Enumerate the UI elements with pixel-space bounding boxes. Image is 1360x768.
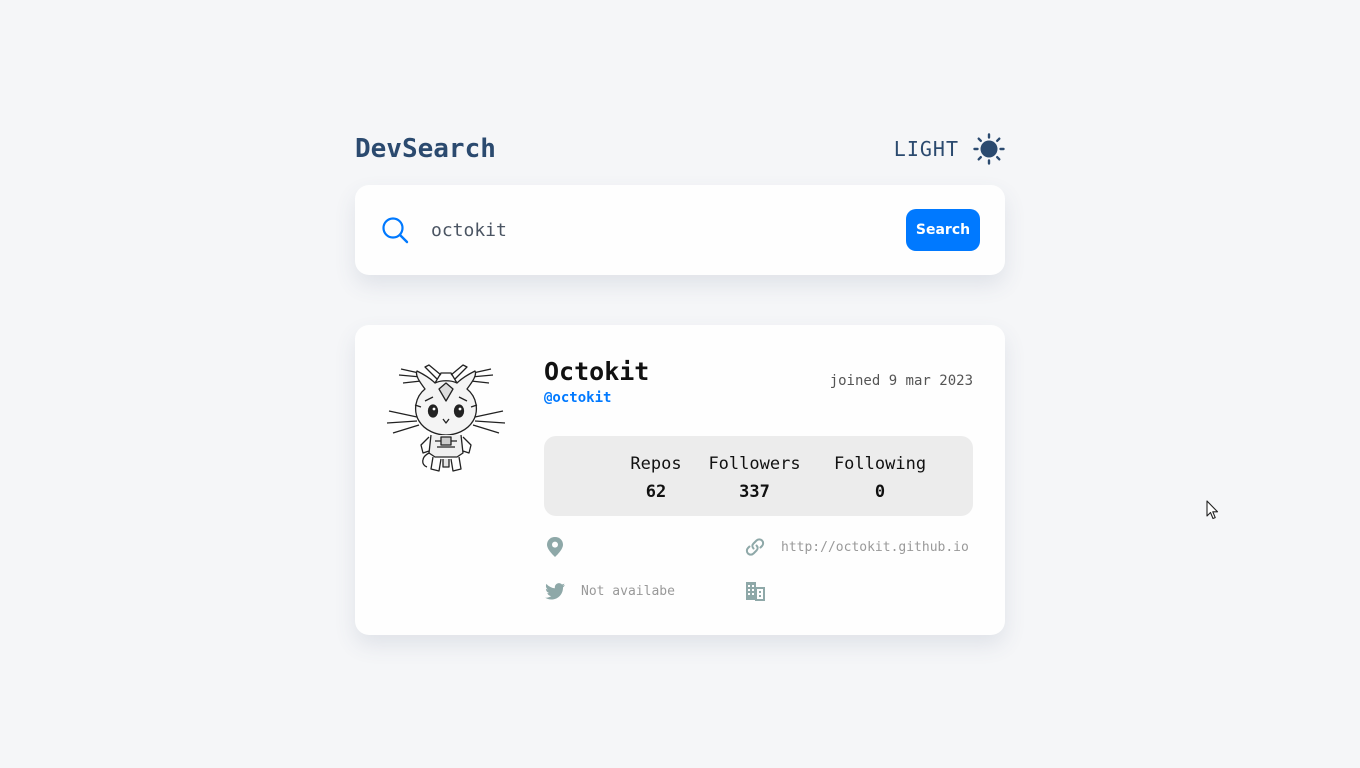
app-container: DevSearch LIGHT octokit Search Octokit @… — [355, 130, 1005, 635]
stat-followers-value: 337 — [739, 482, 770, 502]
mouse-cursor-icon — [1206, 500, 1219, 520]
avatar — [386, 364, 506, 472]
twitter-icon — [545, 583, 565, 600]
stat-followers-label: Followers — [708, 454, 801, 474]
blog-link[interactable]: http://octokit.github.io — [781, 540, 969, 555]
search-input[interactable] — [429, 209, 906, 251]
search-button[interactable]: Search — [906, 209, 980, 251]
blog-item[interactable]: http://octokit.github.io — [745, 537, 969, 557]
building-icon — [746, 582, 765, 601]
joined-date: joined 9 mar 2023 — [829, 373, 973, 389]
profile-login-link[interactable]: @octokit — [544, 390, 611, 406]
stat-followers: Followers 337 — [703, 454, 806, 516]
search-icon — [382, 217, 409, 244]
stat-repos-value: 62 — [645, 482, 667, 502]
stat-repos-label: Repos — [630, 454, 682, 474]
twitter-text: Not availabe — [581, 584, 675, 599]
theme-toggle-button[interactable]: LIGHT — [894, 133, 1005, 165]
profile-card: Octokit @octokit joined 9 mar 2023 Repos… — [355, 325, 1005, 635]
theme-label: LIGHT — [893, 137, 959, 161]
stat-following: Following 0 — [828, 454, 932, 516]
stat-following-value: 0 — [874, 482, 886, 502]
stat-following-label: Following — [833, 454, 927, 474]
profile-name: Octokit — [544, 357, 650, 386]
company-item — [745, 581, 781, 601]
app-title: DevSearch — [355, 134, 496, 164]
search-bar: Search — [355, 185, 1005, 275]
sun-icon — [973, 133, 1005, 165]
link-icon — [745, 538, 765, 556]
stat-repos: Repos 62 — [613, 454, 699, 516]
twitter-item: Not availabe — [545, 583, 675, 600]
stats-panel: Repos 62 Followers 337 Following 0 — [544, 436, 973, 516]
location-pin-icon — [547, 537, 563, 557]
header: DevSearch LIGHT — [355, 130, 1005, 168]
location-item — [546, 537, 580, 557]
